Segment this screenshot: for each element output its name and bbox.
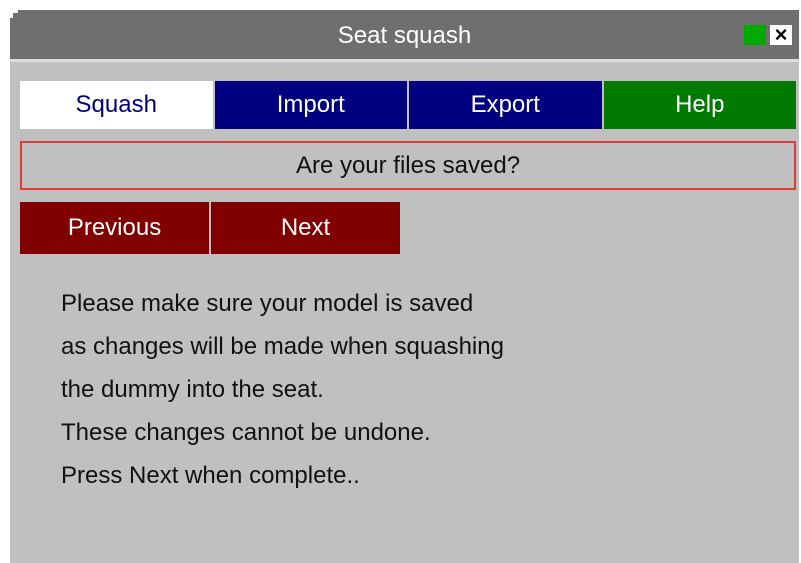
step-banner: Are your files saved?	[20, 141, 796, 190]
seat-squash-window: Seat squash × Squash Import Export Help …	[10, 10, 799, 563]
tab-help[interactable]: Help	[603, 81, 796, 129]
tab-export[interactable]: Export	[409, 81, 602, 129]
instruction-message: Please make sure your model is saved as …	[61, 282, 761, 497]
next-button[interactable]: Next	[211, 202, 400, 254]
tab-bar: Squash Import Export Help	[20, 81, 796, 129]
message-line: as changes will be made when squashing	[61, 333, 504, 360]
message-line: the dummy into the seat.	[61, 376, 324, 403]
close-button[interactable]: ×	[770, 22, 792, 47]
close-icon: ×	[774, 22, 788, 47]
title-bar[interactable]: Seat squash ×	[10, 10, 799, 62]
message-line: Please make sure your model is saved	[61, 290, 474, 317]
window-title: Seat squash	[337, 22, 472, 49]
message-line: These changes cannot be undone.	[61, 419, 431, 446]
previous-button[interactable]: Previous	[20, 202, 209, 254]
navigation-buttons: Previous Next	[20, 202, 400, 254]
tab-squash[interactable]: Squash	[20, 81, 213, 129]
tab-import[interactable]: Import	[214, 81, 407, 129]
message-line: Press Next when complete..	[61, 462, 360, 489]
minimize-button[interactable]	[744, 25, 766, 45]
